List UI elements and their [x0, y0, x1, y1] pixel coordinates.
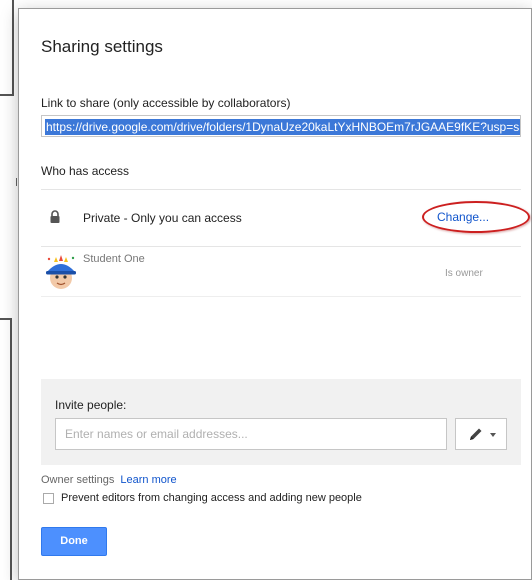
lock-icon [50, 210, 60, 223]
change-access-link[interactable]: Change... [437, 210, 489, 224]
avatar [46, 255, 76, 289]
background-divider [16, 178, 17, 186]
share-link-field[interactable]: https://drive.google.com/drive/folders/1… [41, 115, 521, 137]
owner-settings-row: Owner settings Learn more [41, 474, 177, 486]
owner-role: Is owner [445, 268, 483, 279]
invite-people-input[interactable] [55, 418, 447, 450]
prevent-editors-label[interactable]: Prevent editors from changing access and… [61, 492, 362, 504]
owner-settings-label: Owner settings [41, 474, 115, 486]
collaborator-row: Student One Is owner [41, 248, 521, 297]
invite-people-panel: Invite people: [41, 379, 521, 465]
learn-more-link[interactable]: Learn more [120, 474, 176, 486]
background-window-frame-lower [0, 318, 12, 580]
sharing-settings-dialog: Sharing settings Link to share (only acc… [18, 8, 532, 580]
caret-down-icon [490, 433, 496, 437]
who-has-access-heading: Who has access [41, 164, 130, 178]
pencil-icon [470, 428, 482, 440]
invite-people-label: Invite people: [55, 398, 127, 412]
owner-name: Student One [83, 253, 145, 265]
share-link-text[interactable]: https://drive.google.com/drive/folders/1… [45, 119, 520, 135]
link-to-share-label: Link to share (only accessible by collab… [41, 96, 291, 110]
prevent-editors-checkbox[interactable] [43, 493, 54, 504]
background-window-frame [0, 0, 14, 96]
permission-dropdown-button[interactable] [455, 418, 507, 450]
done-button[interactable]: Done [41, 527, 107, 556]
dialog-title: Sharing settings [41, 37, 163, 56]
private-access-text: Private - Only you can access [83, 211, 242, 225]
link-sharing-row: Private - Only you can access Change... [41, 189, 530, 247]
